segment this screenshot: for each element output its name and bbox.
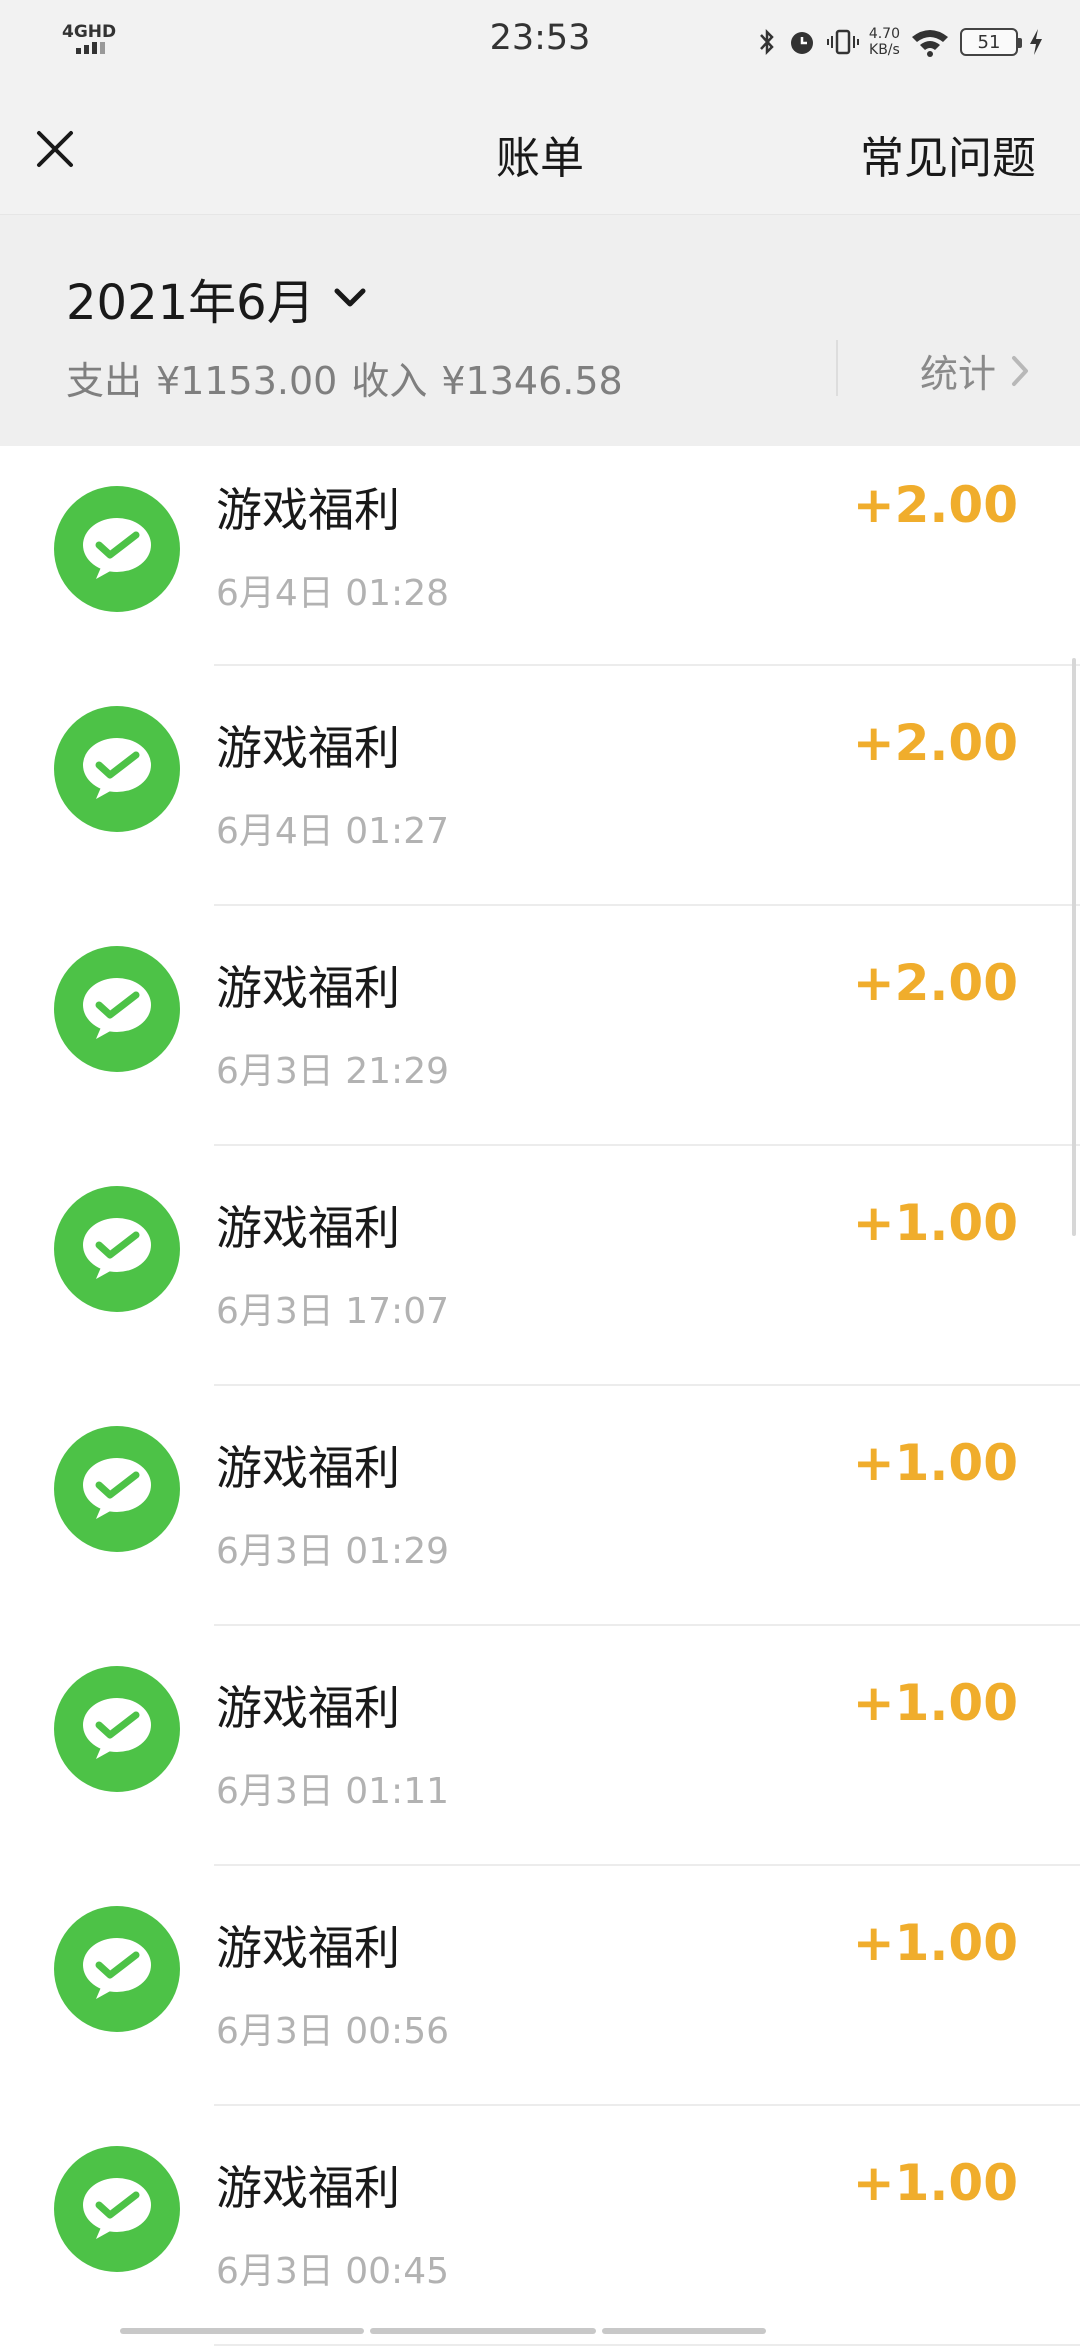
transaction-amount: +1.00: [852, 1434, 1018, 1492]
status-bar: 4GHD 23:53 4.70 KB/s 51: [0, 0, 1080, 84]
transaction-amount: +2.00: [852, 476, 1018, 534]
transaction-time: 6月4日 01:27: [216, 811, 449, 852]
transaction-row[interactable]: 游戏福利 6月3日 01:29 +1.00: [0, 1386, 1080, 1626]
wechat-pay-icon: [54, 2146, 180, 2272]
chevron-down-icon: [334, 288, 366, 307]
transaction-time: 6月3日 00:45: [216, 2251, 449, 2292]
transaction-amount: +2.00: [852, 714, 1018, 772]
transaction-time: 6月3日 21:29: [216, 1051, 449, 1092]
transaction-list: 游戏福利 6月4日 01:28 +2.00 游戏福利 6月4日 01:27 +2…: [0, 446, 1080, 2346]
wifi-icon: [912, 30, 948, 57]
wechat-pay-icon: [54, 1186, 180, 1312]
transaction-time: 6月3日 01:29: [216, 1531, 449, 1572]
transaction-row[interactable]: 游戏福利 6月3日 21:29 +2.00: [0, 906, 1080, 1146]
transaction-amount: +1.00: [852, 2154, 1018, 2212]
transaction-title: 游戏福利: [216, 1681, 400, 1735]
vibrate-icon: [826, 29, 859, 55]
expense-value: ¥1153.00: [156, 359, 338, 403]
stats-link[interactable]: 统计: [920, 343, 1030, 398]
transaction-amount: +2.00: [852, 954, 1018, 1012]
wechat-pay-icon: [54, 1666, 180, 1792]
transaction-row[interactable]: 游戏福利 6月4日 01:27 +2.00: [0, 666, 1080, 906]
vertical-divider: [836, 340, 838, 396]
network-speed: 4.70 KB/s: [869, 26, 900, 58]
transaction-title: 游戏福利: [216, 721, 400, 775]
nav-bar: 账单 常见问题: [0, 84, 1080, 215]
cellular-signal-icon: 4GHD: [62, 22, 122, 62]
transaction-row[interactable]: 游戏福利 6月3日 00:45 +1.00: [0, 2106, 1080, 2346]
network-speed-unit: KB/s: [869, 42, 900, 58]
bluetooth-icon: [759, 28, 774, 56]
wechat-pay-icon: [54, 486, 180, 612]
transaction-time: 6月3日 01:11: [216, 1771, 449, 1812]
summary-totals: 支出 ¥1153.00 收入 ¥1346.58: [66, 350, 637, 405]
battery-indicator: 51: [960, 28, 1022, 56]
transaction-row[interactable]: 游戏福利 6月4日 01:28 +2.00: [0, 446, 1080, 666]
transaction-title: 游戏福利: [216, 483, 400, 537]
wechat-pay-icon: [54, 1906, 180, 2032]
status-icons: 4.70 KB/s 51: [757, 20, 1044, 64]
alarm-icon: [790, 32, 813, 54]
transaction-row[interactable]: 游戏福利 6月3日 00:56 +1.00: [0, 1866, 1080, 2106]
month-label: 2021年6月: [66, 275, 315, 331]
income-value: ¥1346.58: [441, 359, 623, 403]
transaction-time: 6月3日 00:56: [216, 2011, 449, 2052]
transaction-title: 游戏福利: [216, 1921, 400, 1975]
transaction-row[interactable]: 游戏福利 6月3日 17:07 +1.00: [0, 1146, 1080, 1386]
faq-link[interactable]: 常见问题: [860, 122, 1036, 186]
chevron-right-icon: [1012, 355, 1028, 386]
status-time: 23:53: [489, 18, 591, 58]
wechat-pay-icon: [54, 706, 180, 832]
stats-label: 统计: [919, 352, 996, 396]
expense-label: 支出: [66, 359, 143, 403]
close-button[interactable]: [20, 114, 90, 184]
wechat-pay-icon: [54, 1426, 180, 1552]
transaction-amount: +1.00: [852, 1674, 1018, 1732]
transaction-amount: +1.00: [852, 1914, 1018, 1972]
income-label: 收入: [351, 359, 428, 403]
battery-level: 51: [977, 31, 1001, 53]
transaction-title: 游戏福利: [216, 2161, 400, 2215]
gesture-bar: [120, 2328, 766, 2334]
close-icon: [37, 131, 73, 167]
transaction-title: 游戏福利: [216, 961, 400, 1015]
transaction-time: 6月4日 01:28: [216, 573, 449, 614]
scrollbar[interactable]: [1072, 658, 1076, 1236]
transaction-time: 6月3日 17:07: [216, 1291, 449, 1332]
month-summary: 2021年6月 支出 ¥1153.00 收入 ¥1346.58 统计: [0, 215, 1080, 446]
charging-icon: [1030, 29, 1042, 55]
transaction-amount: +1.00: [852, 1194, 1018, 1252]
transaction-title: 游戏福利: [216, 1201, 400, 1255]
month-picker[interactable]: 2021年6月: [66, 263, 367, 333]
network-type: 4GHD: [62, 22, 117, 42]
wechat-pay-icon: [54, 946, 180, 1072]
network-speed-value: 4.70: [868, 26, 900, 42]
page-title: 账单: [496, 133, 584, 184]
transaction-title: 游戏福利: [216, 1441, 400, 1495]
transaction-row[interactable]: 游戏福利 6月3日 01:11 +1.00: [0, 1626, 1080, 1866]
